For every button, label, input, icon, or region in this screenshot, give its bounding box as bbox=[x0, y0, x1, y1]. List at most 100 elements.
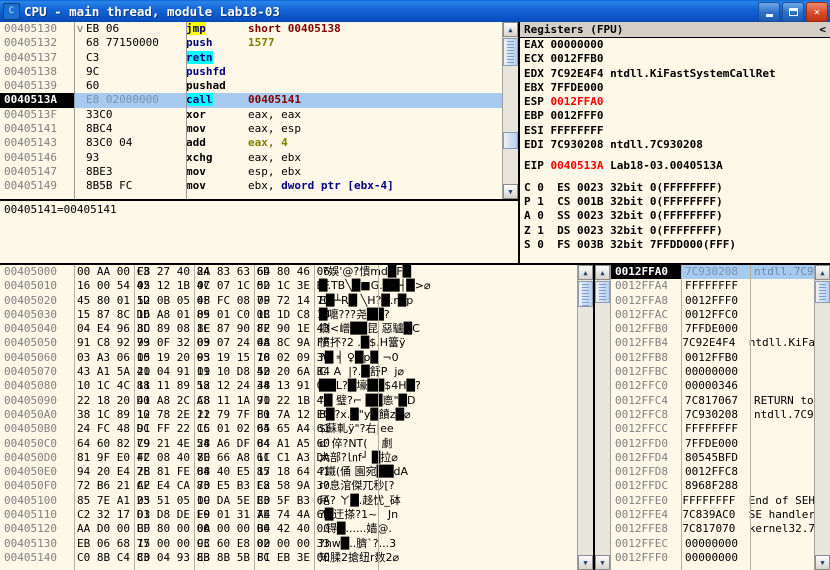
scroll-thumb[interactable] bbox=[503, 38, 518, 66]
disassembly-row[interactable]: 0040513F 33C0 xor eax, eax bbox=[0, 108, 503, 122]
row-address: 00405130 bbox=[4, 22, 57, 35]
disassembly-row[interactable]: 00405132 68 77150000 push 1577 bbox=[0, 36, 503, 50]
close-button[interactable]: ✕ bbox=[806, 2, 828, 22]
chevron-left-icon[interactable]: < bbox=[819, 22, 830, 37]
hex-dump-row[interactable]: 00405060 03 A3 06 10 05 19 20 05 93 19 15 7… bbox=[0, 351, 578, 365]
dump-bytes-group: 24 FC 48 DC bbox=[77, 422, 150, 436]
stack-scroll-up2-icon[interactable]: ▲ bbox=[815, 265, 830, 280]
stack-scroll-up-icon[interactable]: ▲ bbox=[595, 265, 610, 280]
stack-row[interactable]: 0012FFF0 00000000 bbox=[611, 551, 815, 565]
dump-bytes-group: 28 81 FE 04 bbox=[137, 465, 210, 479]
stack-row[interactable]: 0012FFEC 00000000 bbox=[611, 537, 815, 551]
stack-left-scrollbar[interactable]: ▲ ▼ bbox=[595, 265, 611, 570]
stack-row[interactable]: 0012FFC0 00000346 bbox=[611, 379, 815, 393]
hex-dump-row[interactable]: 00405090 22 18 20 D0 41 A8 2C A8 C8 11 1A 9… bbox=[0, 394, 578, 408]
dump-bytes-group: C8 11 1A 91 bbox=[197, 393, 270, 407]
segment-base: 0(FFFFFFFF) bbox=[649, 223, 723, 237]
disassembly-row[interactable]: 00405137 C3 retn bbox=[0, 50, 503, 65]
stack-row[interactable]: 0012FFBC 00000000 bbox=[611, 365, 815, 379]
hex-dump-row[interactable]: 00405120 AA D0 00 EF BD 80 00 00 0A 00 00 0… bbox=[0, 522, 578, 536]
disassembly-pane[interactable]: 00405130 v EB 06 jmp short 00405138 00405132 6… bbox=[0, 22, 519, 200]
stack-row[interactable]: 0012FFA0 7C930208 ntdll.7C9 bbox=[611, 265, 815, 280]
hex-dump-row[interactable]: 00405030 15 87 8C DD 16 A8 01 89 05 01 C0 0… bbox=[0, 308, 578, 322]
disassembly-row[interactable]: 00405139 60 pushad bbox=[0, 79, 503, 93]
stack-row[interactable]: 0012FFB8 0012FFB0 bbox=[611, 351, 815, 365]
dump-scroll-thumb[interactable] bbox=[578, 281, 593, 307]
flag-row[interactable]: Z 1 DS 0023 32bit 0(FFFFFFFF) bbox=[520, 224, 830, 238]
hex-dump-row[interactable]: 004050A0 38 1C 89 10 12 78 2E 11 22 79 7F F… bbox=[0, 408, 578, 422]
register-row[interactable]: EAX 00000000 bbox=[520, 38, 830, 52]
register-row[interactable]: EBP 0012FFF0 bbox=[520, 109, 830, 123]
hex-dump-row[interactable]: 00405110 C2 32 17 01 D3 D8 DE E0 F9 01 31 7… bbox=[0, 508, 578, 522]
dump-scroll-up-icon[interactable]: ▲ bbox=[578, 265, 593, 280]
stack-row[interactable]: 0012FFC4 7C817067 RETURN to bbox=[611, 394, 815, 408]
hex-dump-row[interactable]: 00405040 04 E4 96 3C 8D 89 08 1C 8E 87 90 8… bbox=[0, 322, 578, 336]
hex-dump-row[interactable]: 00405100 85 7E A1 23 05 51 05 1C 09 DA 5E B… bbox=[0, 494, 578, 508]
register-row[interactable]: ESI FFFFFFFF bbox=[520, 124, 830, 138]
stack-row[interactable]: 0012FFCC FFFFFFFF bbox=[611, 422, 815, 436]
stack-row[interactable]: 0012FFD8 0012FFC8 bbox=[611, 465, 815, 479]
row-opcode-bytes: 8BE3 bbox=[86, 164, 113, 178]
register-row[interactable]: ECX 0012FFB0 bbox=[520, 52, 830, 66]
scroll-position-marker[interactable] bbox=[503, 132, 518, 149]
disassembly-scrollbar[interactable]: ▲ ▼ bbox=[502, 22, 518, 199]
hex-dump-row[interactable]: 004050B0 24 FC 48 DC 91 FF 22 CC 15 01 02 0… bbox=[0, 422, 578, 436]
hex-dump-row[interactable]: 004050D0 81 9F E0 42 FC 08 40 7E 80 66 A8 6… bbox=[0, 451, 578, 465]
stack-row[interactable]: 0012FFAC 0012FFC0 bbox=[611, 308, 815, 322]
register-row[interactable]: ESP 0012FFA0 bbox=[520, 95, 830, 109]
register-row[interactable]: EDI 7C930208 ntdll.7C930208 bbox=[520, 138, 830, 152]
stack-row[interactable]: 0012FFC8 7C930208 ntdll.7C9 bbox=[611, 408, 815, 422]
stack-right-scrollbar[interactable]: ▲ ▼ bbox=[814, 265, 830, 570]
register-row[interactable]: EBX 7FFDE000 bbox=[520, 81, 830, 95]
disassembly-row[interactable]: 00405143 83C0 04 add eax, 4 bbox=[0, 136, 503, 150]
disassembly-row[interactable]: 00405149 8B5B FC mov ebx, dword ptr [ebx-4] bbox=[0, 179, 503, 193]
hex-dump-row[interactable]: 00405050 91 C8 92 79 93 0F 32 03 09 07 24 0… bbox=[0, 336, 578, 350]
disassembly-row[interactable]: 0040513A E8 02000000 call 00405141 bbox=[0, 93, 503, 108]
hex-dump-row[interactable]: 00405000 00 AA 00 C3 F8 27 40 84 2A 83 63 6… bbox=[0, 265, 578, 279]
stack-row[interactable]: 0012FFD4 80545BFD bbox=[611, 451, 815, 465]
disassembly-row[interactable]: 00405138 9C pushfd bbox=[0, 65, 503, 79]
hex-dump-row[interactable]: 00405010 16 00 54 42 05 12 1B 47 0C 07 1C 0… bbox=[0, 279, 578, 293]
stack-row[interactable]: 0012FFB4 7C92E4F4 ntdll.KiFa bbox=[611, 336, 815, 350]
minimize-button[interactable] bbox=[758, 2, 780, 22]
stack-row[interactable]: 0012FFE4 7C839AC0 SE handler bbox=[611, 508, 815, 522]
stack-row[interactable]: 0012FFD0 7FFDE000 bbox=[611, 437, 815, 451]
hex-dump-row[interactable]: 004050F0 72 B6 21 CF A2 E4 CA 83 70 E5 B3 E… bbox=[0, 479, 578, 493]
flag-row[interactable]: A 0 SS 0023 32bit 0(FFFFFFFF) bbox=[520, 209, 830, 223]
stack-row[interactable]: 0012FFDC 8968F288 bbox=[611, 479, 815, 493]
hex-dump-scrollbar[interactable]: ▲ ▼ bbox=[577, 265, 593, 570]
stack-row[interactable]: 0012FFA4 FFFFFFFF bbox=[611, 279, 815, 293]
hex-dump-row[interactable]: 004050C0 64 60 82 79 C9 21 4E 54 28 A6 DF 0… bbox=[0, 437, 578, 451]
stack-row[interactable]: 0012FFA8 0012FFF0 bbox=[611, 294, 815, 308]
disassembly-row[interactable]: 00405141 8BC4 mov eax, esp bbox=[0, 122, 503, 136]
hex-dump-row[interactable]: 00405140 C0 8B C4 83 C0 04 93 8B E3 8B 5B F… bbox=[0, 551, 578, 565]
disassembly-row[interactable]: 00405130 v EB 06 jmp short 00405138 bbox=[0, 22, 503, 36]
hex-dump-row[interactable]: 00405130 EB 06 68 77 15 00 00 C3 9C 60 E8 0… bbox=[0, 537, 578, 551]
stack-row[interactable]: 0012FFB0 7FFDE000 bbox=[611, 322, 815, 336]
scroll-down-icon[interactable]: ▼ bbox=[503, 184, 518, 199]
hex-dump-row[interactable]: 00405070 43 A1 5A 41 20 04 91 11 09 10 D8 4… bbox=[0, 365, 578, 379]
flag-row[interactable]: C 0 ES 0023 32bit 0(FFFFFFFF) bbox=[520, 181, 830, 195]
stack-scroll-down2-icon[interactable]: ▼ bbox=[815, 555, 830, 570]
register-row[interactable]: EDX 7C92E4F4 ntdll.KiFastSystemCallRet bbox=[520, 67, 830, 81]
stack-scroll-down-icon[interactable]: ▼ bbox=[595, 555, 610, 570]
register-row-eip[interactable]: EIP 0040513A Lab18-03.0040513A bbox=[520, 159, 830, 173]
disassembly-row[interactable]: 00405146 93 xchg eax, ebx bbox=[0, 151, 503, 165]
stack-pane[interactable]: ▲ ▼ 0012FFA0 7C930208 ntdll.7C9 0012FFA4 FFF… bbox=[594, 264, 830, 570]
flag-row[interactable]: P 1 CS 001B 32bit 0(FFFFFFFF) bbox=[520, 195, 830, 209]
hex-dump-row[interactable]: 00405020 45 80 01 1D 52 0B 05 0F 48 FC 08 7… bbox=[0, 294, 578, 308]
hex-dump-row[interactable]: 004050E0 94 20 E4 7E 28 81 FE 04 88 40 E5 8… bbox=[0, 465, 578, 479]
stack-row[interactable]: 0012FFE0 FFFFFFFF End of SEH bbox=[611, 494, 815, 508]
stack-row[interactable]: 0012FFE8 7C817070 kernel32.7 bbox=[611, 522, 815, 536]
dump-scroll-down-icon[interactable]: ▼ bbox=[578, 555, 593, 570]
scroll-up-icon[interactable]: ▲ bbox=[503, 22, 518, 37]
hex-dump-pane[interactable]: 00405000 00 AA 00 C3 F8 27 40 84 2A 83 63 6… bbox=[0, 264, 594, 570]
disassembly-row[interactable]: 00405147 8BE3 mov esp, ebx bbox=[0, 165, 503, 179]
stack-scroll-thumb2[interactable] bbox=[815, 281, 830, 303]
maximize-button[interactable] bbox=[782, 2, 804, 22]
flag-row[interactable]: S 0 FS 003B 32bit 7FFDD000(FFF) bbox=[520, 238, 830, 252]
hex-dump-row[interactable]: 00405080 10 1C 4C 88 11 11 89 58 12 12 24 3… bbox=[0, 379, 578, 393]
row-opcode-bytes: 93 bbox=[86, 150, 100, 164]
registers-pane[interactable]: Registers (FPU) < EAX 00000000 ECX 0012FF… bbox=[519, 22, 830, 264]
stack-scroll-thumb[interactable] bbox=[595, 281, 610, 303]
